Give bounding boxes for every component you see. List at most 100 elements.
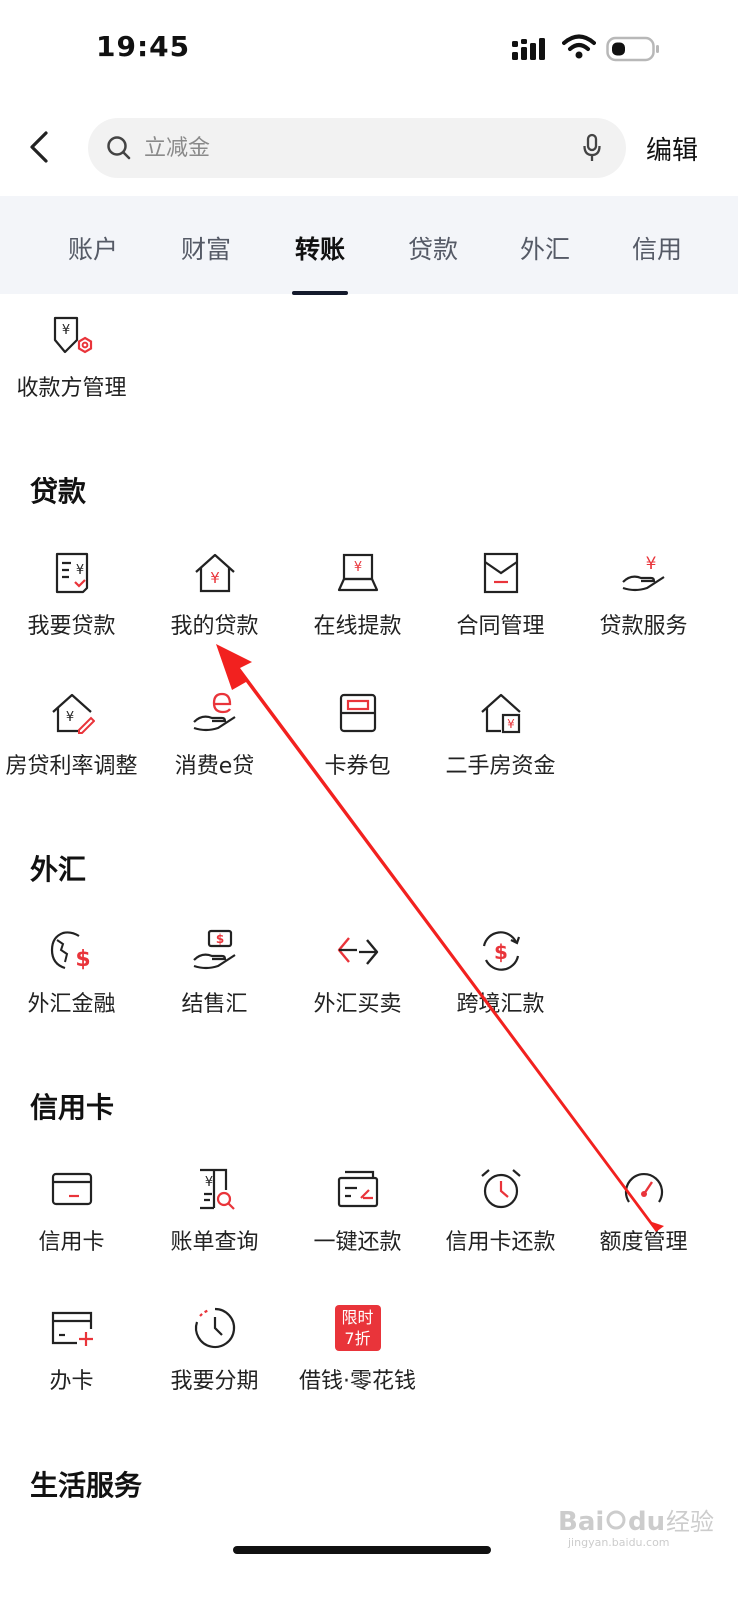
battery-icon — [606, 36, 659, 62]
second-hand-house-icon: ¥ — [480, 693, 521, 734]
service-label: 信用卡 — [38, 1230, 105, 1255]
status-time: 19:45 — [96, 30, 191, 63]
cross-border-remit-icon: $ — [482, 931, 520, 971]
service-loan-apply[interactable]: ¥ 我要贷款 — [0, 550, 143, 660]
baidu-watermark-logo: Bai du 经验 jingyan.baidu.com — [558, 1507, 714, 1549]
payee-management-icon: ¥ — [53, 316, 92, 354]
home-indicator — [233, 1546, 491, 1554]
service-bill-inquiry[interactable]: ¥ 账单查询 — [143, 1166, 286, 1276]
service-installment[interactable]: 我要分期 — [143, 1305, 286, 1415]
tab-forex[interactable]: 外汇 — [500, 230, 590, 266]
svg-text:$: $ — [75, 947, 90, 972]
service-label: 外汇买卖 — [313, 992, 402, 1017]
gauge-icon — [624, 1172, 663, 1203]
hand-e-icon — [192, 692, 236, 732]
service-consumer-e-loan[interactable]: 消费e贷 — [143, 690, 286, 800]
service-my-loans[interactable]: ¥ 我的贷款 — [143, 550, 286, 660]
card-add-icon — [51, 1311, 93, 1346]
tab-wealth[interactable]: 财富 — [161, 230, 251, 266]
service-forex-finance[interactable]: $ 外汇金融 — [0, 928, 143, 1038]
hand-dollar-icon: $ — [192, 929, 236, 970]
house-yuan-icon: ¥ — [194, 553, 235, 593]
service-label: 我要贷款 — [27, 614, 116, 639]
service-payee-management[interactable]: ¥ 收款方管理 — [0, 312, 143, 422]
alarm-clock-icon — [480, 1169, 521, 1209]
status-bar: 19:45 — [0, 0, 738, 100]
one-click-repay-icon — [337, 1170, 378, 1208]
promo-badge-line1: 限时 — [341, 1308, 374, 1327]
service-contract-management[interactable]: 合同管理 — [429, 550, 572, 660]
svg-text:jingyan.baidu.com: jingyan.baidu.com — [567, 1536, 670, 1549]
svg-text:$: $ — [215, 932, 223, 946]
tab-credit[interactable]: 信用 — [612, 230, 702, 266]
service-second-hand-house-funds[interactable]: ¥ 二手房资金 — [429, 690, 572, 800]
section-title-loans: 贷款 — [30, 475, 87, 508]
tab-account[interactable]: 账户 — [48, 230, 138, 266]
loan-apply-icon: ¥ — [55, 552, 88, 594]
service-credit-limit-management[interactable]: 额度管理 — [572, 1166, 715, 1276]
section-title-forex: 外汇 — [30, 853, 87, 886]
svg-text:¥: ¥ — [507, 717, 515, 731]
service-label: 收款方管理 — [16, 376, 127, 401]
globe-dollar-icon: $ — [50, 931, 90, 972]
service-label: 账单查询 — [170, 1230, 259, 1255]
service-borrow-pocket-money[interactable]: 限时 7折 借钱·零花钱 — [286, 1305, 429, 1415]
laptop-withdraw-icon: ¥ — [337, 553, 378, 592]
hand-yuan-icon: ¥ — [621, 554, 665, 592]
promo-badge-icon: 限时 7折 — [334, 1305, 381, 1351]
tab-transfer[interactable]: 转账 — [275, 230, 365, 266]
section-title-life-services: 生活服务 — [30, 1469, 143, 1502]
service-coupon-wallet[interactable]: 卡券包 — [286, 690, 429, 800]
search-input[interactable] — [144, 128, 544, 168]
tab-loans[interactable]: 贷款 — [388, 230, 478, 266]
credit-card-icon — [51, 1172, 92, 1206]
search-icon — [107, 136, 131, 160]
exchange-arrows-icon — [337, 937, 378, 965]
service-label: 办卡 — [49, 1369, 94, 1394]
service-label: 消费e贷 — [174, 754, 255, 779]
microphone-icon[interactable] — [582, 133, 602, 163]
svg-text:du: du — [628, 1507, 665, 1537]
service-label: 跨境汇款 — [456, 992, 545, 1017]
svg-text:Bai: Bai — [558, 1507, 604, 1537]
svg-text:¥: ¥ — [61, 323, 69, 338]
service-label: 额度管理 — [599, 1230, 688, 1255]
service-loan-services[interactable]: ¥ 贷款服务 — [572, 550, 715, 660]
service-one-click-repay[interactable]: 一键还款 — [286, 1166, 429, 1276]
svg-text:¥: ¥ — [65, 710, 73, 725]
service-label: 贷款服务 — [599, 614, 688, 639]
service-credit-card-repayment[interactable]: 信用卡还款 — [429, 1166, 572, 1276]
service-label: 我的贷款 — [170, 614, 259, 639]
service-forex-settlement[interactable]: $ 结售汇 — [143, 928, 286, 1038]
service-label: 信用卡还款 — [445, 1230, 556, 1255]
svg-text:¥: ¥ — [75, 563, 83, 578]
service-label: 房贷利率调整 — [5, 754, 138, 779]
service-label: 一键还款 — [313, 1230, 402, 1255]
contract-icon — [483, 552, 518, 594]
bill-search-icon: ¥ — [199, 1168, 235, 1210]
service-cross-border-remittance[interactable]: $ 跨境汇款 — [429, 928, 572, 1038]
installment-clock-icon — [194, 1307, 235, 1349]
search-row: 编辑 — [0, 118, 738, 178]
search-box[interactable] — [88, 118, 626, 178]
section-title-credit-card: 信用卡 — [30, 1091, 115, 1124]
service-mortgage-rate-adjust[interactable]: ¥ 房贷利率调整 — [0, 690, 143, 800]
service-label: 在线提款 — [313, 614, 402, 639]
svg-text:$: $ — [494, 940, 508, 964]
svg-text:经验: 经验 — [666, 1508, 714, 1536]
service-label: 借钱·零花钱 — [299, 1369, 416, 1394]
active-tab-indicator — [292, 291, 348, 295]
service-label: 卡券包 — [324, 754, 391, 779]
back-chevron-icon[interactable] — [26, 130, 52, 164]
svg-text:¥: ¥ — [353, 560, 361, 575]
cellular-signal-icon — [512, 38, 545, 60]
service-label: 二手房资金 — [445, 754, 556, 779]
service-online-withdraw[interactable]: ¥ 在线提款 — [286, 550, 429, 660]
service-apply-card[interactable]: 办卡 — [0, 1305, 143, 1415]
edit-button[interactable]: 编辑 — [646, 130, 698, 167]
category-tabs: 账户 财富 转账 贷款 外汇 信用 — [0, 196, 738, 294]
svg-text:¥: ¥ — [204, 1175, 212, 1190]
service-forex-trading[interactable]: 外汇买卖 — [286, 928, 429, 1038]
service-credit-card[interactable]: 信用卡 — [0, 1166, 143, 1276]
house-edit-icon: ¥ — [51, 693, 95, 734]
